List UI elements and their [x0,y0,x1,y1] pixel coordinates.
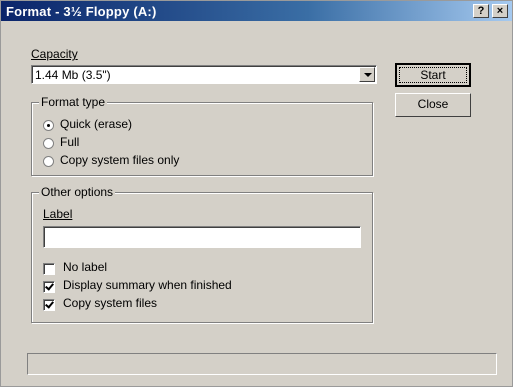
capacity-combobox[interactable]: 1.44 Mb (3.5") [31,65,377,84]
format-dialog: Format - 3½ Floppy (A:) ? × Capacity 1.4… [0,0,513,387]
quick-erase-label[interactable]: Quick (erase) [60,117,132,131]
no-label-label[interactable]: No label [63,260,107,274]
dropdown-arrow-icon[interactable] [359,67,375,82]
copy-system-files-only-radio[interactable] [43,156,54,167]
copy-system-files-checkbox[interactable] [43,299,55,311]
close-window-button[interactable]: × [492,4,508,18]
start-button[interactable]: Start [395,63,471,87]
title-bar[interactable]: Format - 3½ Floppy (A:) ? × [1,1,512,21]
full-radio[interactable] [43,138,54,149]
other-options-title: Other options [39,185,116,199]
focus-rect [399,67,467,83]
full-label[interactable]: Full [60,135,79,149]
close-button-label: Close [417,97,449,111]
progress-bar [27,353,497,375]
copy-system-files-only-label[interactable]: Copy system files only [60,153,179,167]
label-field-label: Label [43,207,73,221]
format-type-title: Format type [39,95,108,109]
display-summary-label[interactable]: Display summary when finished [63,278,232,292]
copy-system-files-label[interactable]: Copy system files [63,296,157,310]
help-button[interactable]: ? [473,4,489,18]
no-label-checkbox[interactable] [43,263,55,275]
quick-erase-radio[interactable] [43,120,54,131]
window-title: Format - 3½ Floppy (A:) [6,4,157,19]
capacity-label: Capacity [31,47,78,61]
label-input[interactable] [43,226,361,248]
capacity-value: 1.44 Mb (3.5") [35,68,111,82]
display-summary-checkbox[interactable] [43,281,55,293]
close-button[interactable]: Close [395,93,471,117]
